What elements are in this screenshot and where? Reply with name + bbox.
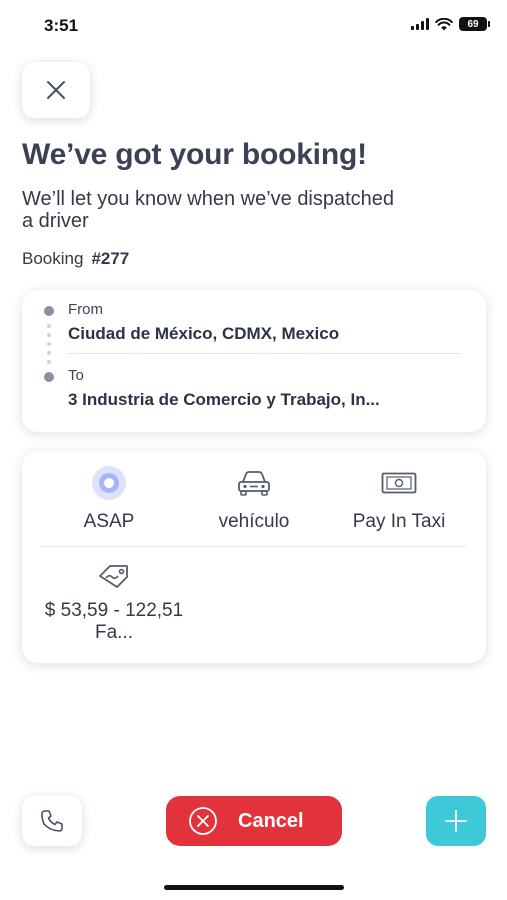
booking-number: #277	[91, 249, 130, 268]
from-label: From	[68, 301, 103, 318]
plus-icon	[445, 810, 467, 832]
cancel-button-label: Cancel	[238, 809, 304, 832]
page-subtitle: We’ll let you know when we’ve dispatched…	[22, 188, 395, 232]
battery-icon: 69	[459, 17, 490, 31]
page-title: We’ve got your booking!	[22, 138, 367, 171]
pickup-dot-icon	[44, 306, 54, 316]
payment-label: Pay In Taxi	[352, 511, 446, 532]
car-icon	[238, 471, 270, 496]
route-dot	[47, 360, 51, 364]
vehicle-option[interactable]: vehículo	[179, 465, 329, 533]
fare-estimate[interactable]: $ 53,59 - 122,51 Fa...	[44, 563, 184, 644]
add-button[interactable]	[426, 796, 486, 846]
signal-icon	[411, 18, 429, 30]
close-icon	[47, 81, 65, 99]
booking-reference: Booking #277	[22, 249, 129, 269]
price-tag-icon	[99, 565, 128, 588]
booking-label: Booking	[22, 249, 84, 268]
route-card: From Ciudad de México, CDMX, Mexico To 3…	[22, 290, 486, 432]
dropoff-dot-icon	[44, 372, 54, 382]
route-dot	[47, 342, 51, 346]
status-bar: 3:51 69	[0, 0, 507, 52]
cancel-booking-button[interactable]: Cancel	[166, 796, 342, 846]
to-address[interactable]: 3 Industria de Comercio y Trabajo, In...	[68, 390, 468, 410]
pulse-dot-icon	[92, 466, 126, 500]
home-indicator[interactable]	[164, 885, 344, 890]
trip-details-card: ASAP vehículo Pay In Taxi $ 53,59 - 122,…	[22, 451, 486, 663]
cash-icon	[381, 472, 417, 494]
phone-icon	[41, 810, 63, 832]
route-dot	[47, 324, 51, 328]
close-button[interactable]	[22, 62, 90, 118]
status-time: 3:51	[44, 16, 79, 35]
from-address[interactable]: Ciudad de México, CDMX, Mexico	[68, 324, 468, 344]
payment-option[interactable]: Pay In Taxi	[324, 465, 474, 533]
vehicle-label: vehículo	[218, 511, 290, 532]
status-icons: 69	[411, 17, 490, 31]
to-label: To	[68, 367, 84, 384]
wifi-icon	[435, 17, 453, 30]
route-dot	[47, 351, 51, 355]
timing-option[interactable]: ASAP	[34, 465, 184, 533]
details-divider	[40, 546, 466, 547]
timing-label: ASAP	[83, 511, 135, 532]
route-divider	[68, 353, 460, 354]
cancel-circle-icon	[189, 807, 217, 835]
call-button[interactable]	[22, 796, 82, 846]
fare-label: $ 53,59 - 122,51 Fa...	[44, 600, 184, 643]
route-dot	[47, 333, 51, 337]
